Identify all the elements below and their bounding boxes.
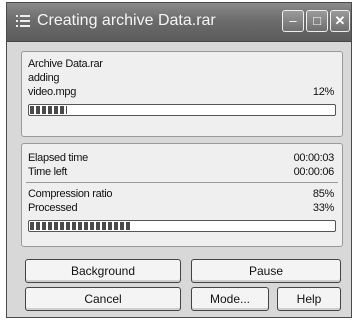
file-progress-bar [28, 104, 336, 116]
close-icon: ✕ [334, 13, 346, 28]
compression-ratio-value: 85% [312, 188, 334, 200]
minimize-icon: ‒ [289, 13, 297, 28]
winrar-list-icon [16, 15, 30, 27]
action-label: adding [28, 72, 60, 84]
archive-progress-window: Creating archive Data.rar ‒ □ ✕ Archive … [6, 2, 352, 318]
title-bar[interactable]: Creating archive Data.rar ‒ □ ✕ [7, 3, 351, 42]
total-progress-bar [28, 220, 336, 232]
cancel-button[interactable]: Cancel [25, 287, 181, 311]
compression-ratio-label: Compression ratio [28, 188, 113, 200]
current-filename: video.mpg [28, 86, 77, 98]
background-button[interactable]: Background [25, 259, 181, 283]
file-percent: 12% [312, 86, 334, 98]
pause-button[interactable]: Pause [191, 259, 341, 283]
time-left-value: 00:00:06 [293, 166, 335, 178]
divider [26, 182, 338, 183]
current-file-panel: Archive Data.rar adding video.mpg 12% [21, 51, 343, 137]
help-button[interactable]: Help [277, 287, 341, 311]
close-button[interactable]: ✕ [330, 10, 350, 32]
processed-label: Processed [28, 202, 78, 214]
window-title: Creating archive Data.rar [37, 12, 216, 29]
mode-button[interactable]: Mode... [191, 287, 269, 311]
processed-value: 33% [312, 202, 334, 214]
maximize-icon: □ [313, 13, 321, 28]
file-progress-fill [30, 106, 67, 114]
maximize-button[interactable]: □ [306, 10, 328, 32]
minimize-button[interactable]: ‒ [282, 10, 304, 32]
elapsed-time-label: Elapsed time [28, 152, 88, 164]
archive-name-label: Archive Data.rar [28, 58, 103, 70]
time-left-label: Time left [28, 166, 68, 178]
statistics-panel: Elapsed time 00:00:03 Time left 00:00:06… [21, 143, 343, 247]
elapsed-time-value: 00:00:03 [293, 152, 335, 164]
total-progress-fill [30, 222, 131, 230]
